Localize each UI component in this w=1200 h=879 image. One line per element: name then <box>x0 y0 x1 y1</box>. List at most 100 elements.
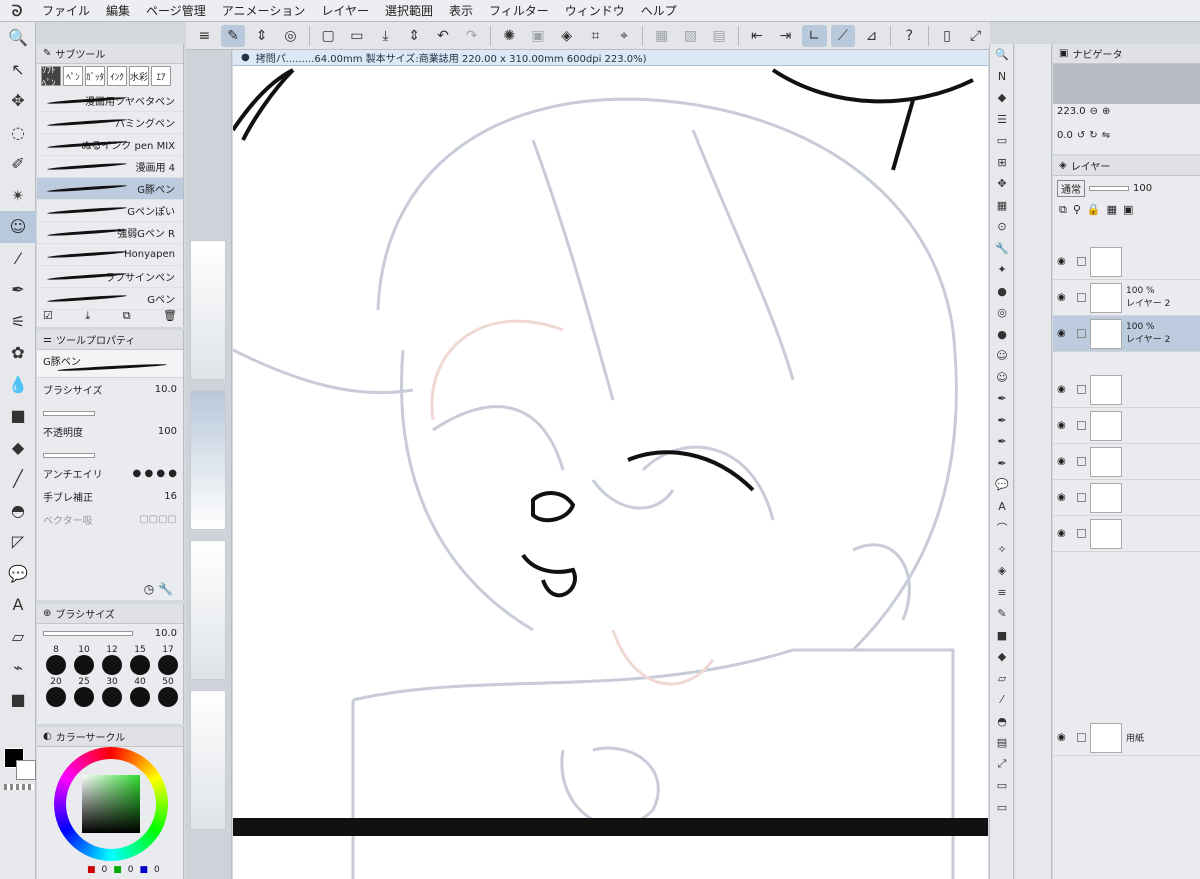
crop-icon[interactable]: ⌗ <box>583 25 608 47</box>
grid-icon[interactable]: ⊞ <box>990 152 1014 174</box>
wrench-icon[interactable]: 🔧 <box>158 582 173 596</box>
page-thumbnail[interactable] <box>190 390 226 530</box>
ruler-icon[interactable]: ∟ <box>801 24 827 47</box>
panel-icon[interactable]: ▱ <box>990 668 1014 690</box>
rotate-left-icon[interactable]: ↺ <box>1077 130 1085 141</box>
layer-checkbox[interactable] <box>1077 257 1086 266</box>
mask-icon[interactable]: ▣ <box>1123 203 1133 217</box>
pattern-icon[interactable]: ◎ <box>990 302 1014 324</box>
copy-icon[interactable]: ⧉ <box>123 309 131 323</box>
text-icon[interactable]: A <box>990 496 1014 518</box>
page-thumbnail[interactable] <box>190 690 226 830</box>
antialias-row[interactable]: アンチエイリ ● ● ● ● <box>37 462 183 485</box>
layer-checkbox[interactable] <box>1077 385 1086 394</box>
menu-layer[interactable]: レイヤー <box>313 2 377 19</box>
redo-icon[interactable]: ↷ <box>459 25 484 47</box>
layer-stack-icon[interactable]: ☰ <box>990 109 1014 131</box>
menu-edit[interactable]: 編集 <box>98 2 138 19</box>
balloon-icon[interactable]: 💬 <box>990 474 1014 496</box>
pen-blue-icon[interactable]: ✒ <box>990 410 1014 432</box>
updown-icon[interactable]: ⇕ <box>249 25 274 47</box>
transparent-swatch[interactable] <box>4 784 34 790</box>
blend-mode-select[interactable]: 通常 <box>1057 180 1085 197</box>
trash-icon[interactable]: 🗑 <box>163 309 177 323</box>
zoom-out-icon[interactable]: ⊖ <box>1090 106 1098 117</box>
antialias-dots[interactable]: ● ● ● ● <box>133 468 177 479</box>
save-icon[interactable]: ⤓ <box>373 25 398 47</box>
canvas-tab[interactable]: ● 拷問パ.........64.00mm 製本サイズ:商業誌用 220.00 x… <box>233 50 988 66</box>
loading-icon[interactable]: ✺ <box>497 25 522 47</box>
size-preset[interactable]: 12 <box>99 645 125 675</box>
size-preset[interactable]: 25 <box>71 677 97 707</box>
eye-icon[interactable]: ◉ <box>1057 256 1073 267</box>
brush-item[interactable]: Gペンぽい <box>37 200 183 222</box>
pen-icon[interactable]: ✒ <box>990 431 1014 453</box>
layer-opacity-value[interactable]: 100 <box>1133 183 1152 194</box>
curve-icon[interactable]: ⌒ <box>990 517 1014 539</box>
stabilization-row[interactable]: 手ブレ補正 16 <box>37 485 183 508</box>
brush-size-row[interactable]: ブラシサイズ 10.0 <box>37 378 183 401</box>
gradient-icon[interactable]: ■ <box>990 625 1014 647</box>
brush-item[interactable]: 漫画用 4 <box>37 156 183 178</box>
dot-icon[interactable]: ● <box>990 281 1014 303</box>
layer-row[interactable]: ◉ <box>1053 480 1200 516</box>
move-icon[interactable]: ✥ <box>990 173 1014 195</box>
diamond-icon[interactable]: ◈ <box>990 560 1014 582</box>
sub-color-swatch[interactable] <box>16 760 36 780</box>
eye-icon[interactable]: ◉ <box>1057 492 1073 503</box>
wrench-icon-r[interactable]: 🔧 <box>990 238 1014 260</box>
smartphone-icon[interactable]: ▯ <box>935 25 960 47</box>
help-icon[interactable]: ? <box>897 25 922 47</box>
folder-icon-2[interactable]: ▭ <box>990 797 1014 819</box>
layer-row[interactable]: ◉ <box>1053 244 1200 280</box>
fullscreen-icon[interactable]: ⤢ <box>963 25 988 47</box>
ruler-special-icon[interactable]: ⊿ <box>859 25 884 47</box>
eye-icon[interactable]: ◉ <box>1057 528 1073 539</box>
eye-icon[interactable]: ◉ <box>1057 328 1073 339</box>
brush-item[interactable]: ハミングペン <box>37 112 183 134</box>
figure-tool-icon[interactable]: ◸ <box>0 526 36 558</box>
zoom-tool-icon[interactable]: 🔍 <box>0 22 36 54</box>
tab-watercolor[interactable]: 水彩 <box>129 66 149 86</box>
eye-icon[interactable]: ◉ <box>1057 420 1073 431</box>
layer-row[interactable]: ◉ <box>1053 372 1200 408</box>
eye-icon[interactable]: ◉ <box>1057 456 1073 467</box>
operation-tool-icon[interactable]: ↖ <box>0 54 36 86</box>
eraser-tool-icon[interactable]: ◆ <box>0 432 36 464</box>
menu-filter[interactable]: フィルター <box>481 2 557 19</box>
3d-icon[interactable]: ◆ <box>990 87 1014 109</box>
opacity-row[interactable]: 不透明度 100 <box>37 420 183 443</box>
rotate-right-icon[interactable]: ↻ <box>1089 130 1097 141</box>
expand-selection-icon[interactable]: ▤ <box>707 25 732 47</box>
layer-checkbox[interactable] <box>1077 421 1086 430</box>
size-preset[interactable]: 40 <box>127 677 153 707</box>
zoom-icon[interactable]: ⊙ <box>990 216 1014 238</box>
fill-icon[interactable]: ◈ <box>554 25 579 47</box>
sparkle-icon[interactable]: ✦ <box>990 259 1014 281</box>
brush-item[interactable]: G豚ペン <box>37 178 183 200</box>
bucket-icon[interactable]: ◓ <box>990 711 1014 733</box>
size-value[interactable]: 10.0 <box>155 384 177 395</box>
folder-icon[interactable]: ▭ <box>990 775 1014 797</box>
search-icon[interactable]: 🔍 <box>990 44 1014 66</box>
eyedropper-tool-icon[interactable]: ⁄ <box>0 243 36 275</box>
line-tool-icon[interactable]: ╱ <box>0 463 36 495</box>
layer-row[interactable]: ◉ 100 % レイヤー 2 <box>1053 280 1200 316</box>
move-tool-icon[interactable]: ✥ <box>0 85 36 117</box>
pen-tool-icon[interactable]: ✒ <box>0 274 36 306</box>
brush-item[interactable]: ぬるインク pen MIX <box>37 134 183 156</box>
flip-icon[interactable]: ⇋ <box>1102 130 1110 141</box>
tab-air[interactable]: ｴｱ <box>151 66 171 86</box>
layer-checkbox[interactable] <box>1077 293 1086 302</box>
eye-icon[interactable]: ◉ <box>1057 292 1073 303</box>
size-slider[interactable] <box>43 411 95 416</box>
airbrush-tool-icon[interactable]: ⚟ <box>0 306 36 338</box>
size-preset[interactable]: 8 <box>43 645 69 675</box>
layer-row[interactable]: ◉ <box>1053 408 1200 444</box>
zoom-in-icon[interactable]: ⊕ <box>1102 106 1110 117</box>
navigator-preview[interactable] <box>1053 64 1200 104</box>
page-thumbnail[interactable] <box>190 540 226 680</box>
menu-help[interactable]: ヘルプ <box>633 2 685 19</box>
angle-value[interactable]: 0.0 <box>1057 130 1073 141</box>
pen-magenta-icon[interactable]: ✒ <box>990 388 1014 410</box>
